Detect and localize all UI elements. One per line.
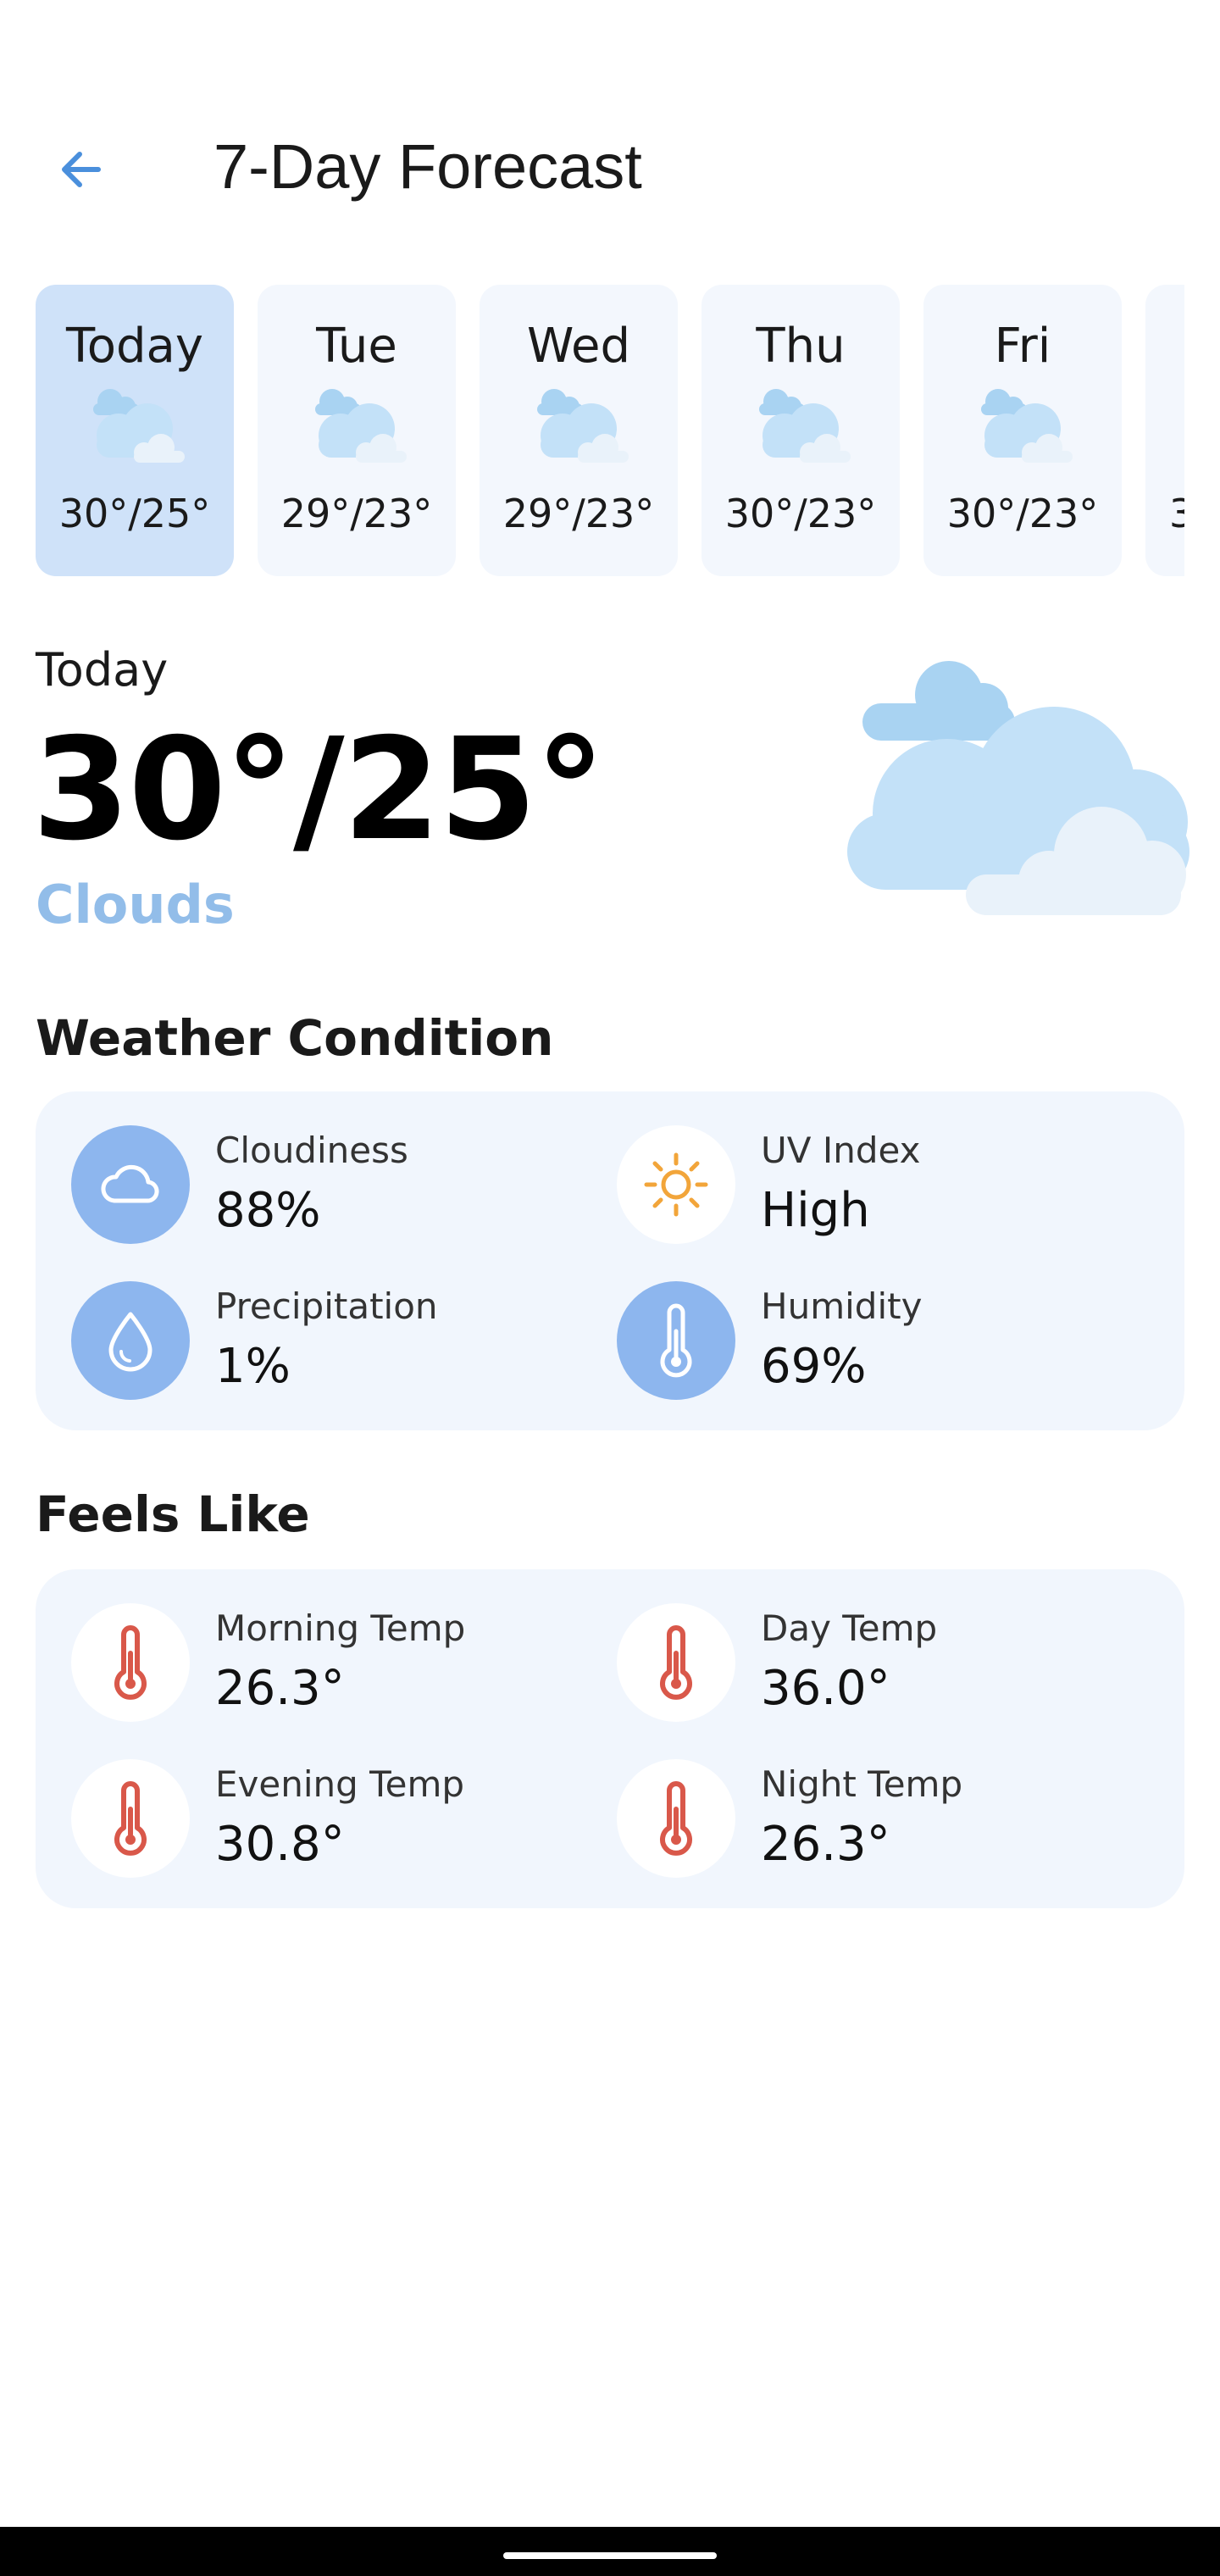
evening-temp-metric: Evening Temp 30.8° bbox=[71, 1759, 613, 1886]
metric-label: Morning Temp bbox=[215, 1607, 466, 1649]
day-name: Thu bbox=[756, 319, 846, 374]
weather-condition-panel: Cloudiness 88% UV Index High Precipitati… bbox=[36, 1091, 1184, 1430]
metric-value: 30.8° bbox=[215, 1817, 345, 1872]
day-card-wed[interactable]: Wed 29°/23° bbox=[480, 285, 678, 576]
app-bar: 7-Day Forecast bbox=[0, 110, 1220, 220]
clouds-icon bbox=[522, 385, 635, 469]
metric-value: 26.3° bbox=[215, 1661, 345, 1716]
day-temp: 30°/23° bbox=[946, 491, 1099, 536]
metric-value: 88% bbox=[215, 1183, 321, 1238]
day-temp-metric: Day Temp 36.0° bbox=[617, 1603, 1159, 1730]
droplet-icon bbox=[71, 1281, 190, 1400]
metric-label: Humidity bbox=[761, 1285, 923, 1327]
day-card-today[interactable]: Today 30°/25° bbox=[36, 285, 234, 576]
metric-label: Evening Temp bbox=[215, 1763, 465, 1805]
arrow-left-icon bbox=[62, 152, 101, 187]
day-forecast-strip[interactable]: Today 30°/25° Tue 29°/23° Wed 29°/23° Th… bbox=[36, 285, 1184, 576]
metric-label: Night Temp bbox=[761, 1763, 963, 1805]
home-indicator[interactable] bbox=[503, 2552, 717, 2559]
clouds-icon bbox=[847, 661, 1190, 915]
feels-like-title: Feels Like bbox=[36, 1485, 310, 1543]
today-label: Today bbox=[36, 643, 169, 697]
weather-condition-title: Weather Condition bbox=[36, 1009, 554, 1067]
system-nav-bar bbox=[0, 2527, 1220, 2576]
thermometer-icon bbox=[71, 1603, 190, 1722]
metric-label: Precipitation bbox=[215, 1285, 438, 1327]
precipitation-metric: Precipitation 1% bbox=[71, 1281, 613, 1408]
thermometer-icon bbox=[617, 1603, 735, 1722]
humidity-metric: Humidity 69% bbox=[617, 1281, 1159, 1408]
thermometer-icon bbox=[617, 1759, 735, 1878]
night-temp-metric: Night Temp 26.3° bbox=[617, 1759, 1159, 1886]
day-card-tue[interactable]: Tue 29°/23° bbox=[258, 285, 456, 576]
today-temperature: 30°/25° bbox=[32, 708, 606, 872]
today-condition: Clouds bbox=[36, 874, 235, 935]
morning-temp-metric: Morning Temp 26.3° bbox=[71, 1603, 613, 1730]
day-name: Tue bbox=[316, 319, 397, 374]
metric-label: UV Index bbox=[761, 1130, 921, 1171]
metric-value: High bbox=[761, 1183, 870, 1238]
day-name: Today bbox=[66, 319, 203, 374]
day-name: Fri bbox=[994, 319, 1051, 374]
uv-index-metric: UV Index High bbox=[617, 1125, 1159, 1252]
metric-value: 26.3° bbox=[761, 1817, 890, 1872]
metric-value: 1% bbox=[215, 1339, 291, 1394]
day-card-fri[interactable]: Fri 30°/23° bbox=[923, 285, 1122, 576]
metric-label: Cloudiness bbox=[215, 1130, 408, 1171]
clouds-icon bbox=[966, 385, 1079, 469]
metric-value: 36.0° bbox=[761, 1661, 890, 1716]
day-temp: 29°/23° bbox=[502, 491, 655, 536]
cloud-icon bbox=[71, 1125, 190, 1244]
page-title: 7-Day Forecast bbox=[214, 131, 642, 202]
thermometer-icon bbox=[71, 1759, 190, 1878]
day-card-thu[interactable]: Thu 30°/23° bbox=[702, 285, 900, 576]
day-temp: 3 bbox=[1169, 491, 1184, 536]
clouds-icon bbox=[300, 385, 413, 469]
day-temp: 30°/25° bbox=[58, 491, 211, 536]
day-card-partial[interactable]: 3 bbox=[1145, 285, 1184, 576]
day-temp: 29°/23° bbox=[280, 491, 433, 536]
metric-value: 69% bbox=[761, 1339, 867, 1394]
clouds-icon bbox=[744, 385, 857, 469]
metric-label: Day Temp bbox=[761, 1607, 938, 1649]
day-name: Wed bbox=[526, 319, 631, 374]
back-button[interactable] bbox=[47, 136, 115, 203]
feels-like-panel: Morning Temp 26.3° Day Temp 36.0° Evenin… bbox=[36, 1569, 1184, 1908]
cloudiness-metric: Cloudiness 88% bbox=[71, 1125, 613, 1252]
thermometer-icon bbox=[617, 1281, 735, 1400]
clouds-icon bbox=[78, 385, 191, 469]
sun-icon bbox=[617, 1125, 735, 1244]
day-temp: 30°/23° bbox=[724, 491, 877, 536]
